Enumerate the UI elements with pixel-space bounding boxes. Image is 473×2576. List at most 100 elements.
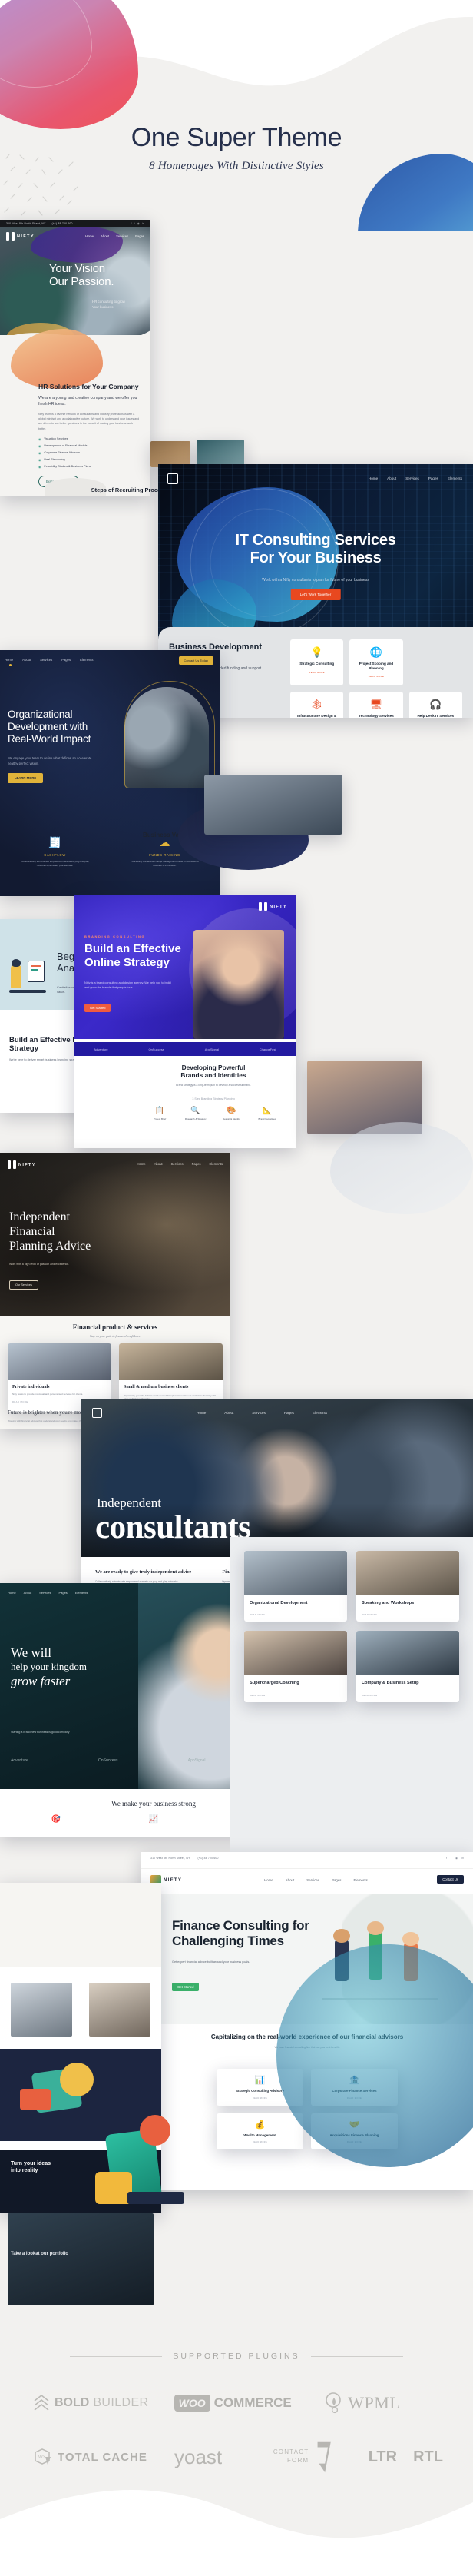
main-nav[interactable]: Home About Services Pages bbox=[85, 234, 144, 238]
main-nav[interactable]: Home About Services Pages Elements bbox=[197, 1411, 327, 1415]
linkedin-icon[interactable]: in bbox=[461, 1857, 464, 1860]
plugin-ltr-rtl[interactable]: LTR RTL bbox=[336, 2445, 443, 2468]
coaching-card[interactable]: Speaking and Workshops READ MORE bbox=[356, 1551, 459, 1622]
read-more-link[interactable]: READ MORE bbox=[316, 2141, 393, 2143]
site-logo[interactable]: NIFTY bbox=[6, 232, 35, 241]
get-started-button[interactable]: Get Started bbox=[84, 1004, 111, 1012]
plugin-bold-builder[interactable]: BOLD BUILDER bbox=[32, 2393, 174, 2413]
get-started-button[interactable]: Get Started bbox=[172, 1983, 200, 1991]
nav-item-elements[interactable]: Elements bbox=[80, 658, 93, 662]
nav-item-home[interactable]: Home bbox=[197, 1411, 206, 1415]
twitter-icon[interactable]: t bbox=[134, 222, 135, 225]
coaching-card[interactable]: Company & Business Setup READ MORE bbox=[356, 1631, 459, 1702]
nav-item-home[interactable]: Home bbox=[5, 658, 13, 662]
nav-item-services[interactable]: Services bbox=[405, 476, 419, 480]
nav-item-elements[interactable]: Elements bbox=[75, 1591, 88, 1595]
dark-photo-block[interactable] bbox=[8, 2213, 154, 2305]
nav-item-pages[interactable]: Pages bbox=[61, 658, 71, 662]
homepage-hr-consulting[interactable]: 310 West 8th North Street, NY (+1) 88 70… bbox=[0, 220, 150, 496]
nav-item-home[interactable]: Home bbox=[369, 476, 378, 480]
read-more-link[interactable]: READ MORE bbox=[354, 675, 398, 678]
consultant-card[interactable]: We are ready to give truly independent a… bbox=[95, 1569, 205, 1585]
nav-item-services[interactable]: Services bbox=[116, 234, 128, 238]
read-more-link[interactable]: READ MORE bbox=[362, 1694, 454, 1697]
nav-item-services[interactable]: Services bbox=[252, 1411, 266, 1415]
read-more-link[interactable]: READ MORE bbox=[362, 1613, 454, 1616]
nav-item-pages[interactable]: Pages bbox=[58, 1591, 67, 1595]
coaching-card[interactable]: Organizational Development READ MORE bbox=[244, 1551, 347, 1622]
contact-us-button[interactable]: Contact Us Today bbox=[178, 656, 213, 665]
service-card[interactable]: 🌐 Project Scoping and Planning READ MORE bbox=[349, 639, 403, 686]
site-logo[interactable] bbox=[167, 473, 178, 484]
main-nav[interactable]: Home About Services Pages Elements bbox=[137, 1162, 223, 1166]
facebook-icon[interactable]: f bbox=[446, 1857, 447, 1860]
nav-item-about[interactable]: About bbox=[286, 1878, 294, 1882]
nav-item-pages[interactable]: Pages bbox=[135, 234, 144, 238]
nav-item-about[interactable]: About bbox=[387, 476, 396, 480]
plugin-w3-total-cache[interactable]: W3 TOTAL CACHE bbox=[32, 2446, 174, 2468]
nav-item-services[interactable]: Services bbox=[40, 658, 52, 662]
site-logo[interactable]: NIFTY bbox=[259, 902, 287, 911]
service-card[interactable]: 🖥 Technology Services READ MORE bbox=[349, 692, 403, 718]
nav-item-about[interactable]: About bbox=[224, 1411, 233, 1415]
nav-item-services[interactable]: Services bbox=[171, 1162, 184, 1166]
main-nav[interactable]: Home About Services Pages Elements bbox=[5, 658, 94, 662]
nav-item-services[interactable]: Services bbox=[39, 1591, 51, 1595]
contact-us-button[interactable]: Contact Us bbox=[437, 1875, 464, 1884]
main-nav[interactable]: Home About Services Pages Elements bbox=[264, 1878, 368, 1882]
read-more-link[interactable]: READ MORE bbox=[316, 2097, 393, 2100]
site-logo[interactable]: NIFTY bbox=[8, 1160, 36, 1169]
thumbnail-image[interactable] bbox=[150, 441, 190, 467]
finance-card[interactable]: 💰 Wealth Management READ MORE bbox=[217, 2113, 303, 2150]
service-card[interactable]: 💡 Strategic Consulting READ MORE bbox=[290, 639, 344, 686]
read-more-link[interactable]: READ MORE bbox=[295, 671, 339, 674]
team-photo[interactable] bbox=[204, 775, 342, 835]
homepage-organizational-development[interactable]: Home About Services Pages Elements Conta… bbox=[0, 650, 220, 896]
social-icons[interactable]: f t ◉ in bbox=[131, 222, 144, 225]
twitter-icon[interactable]: t bbox=[451, 1857, 452, 1860]
plugin-wpml[interactable]: WPML bbox=[324, 2392, 447, 2415]
plugin-yoast[interactable]: yoast bbox=[174, 2445, 251, 2469]
coaching-card[interactable]: Supercharged Coaching READ MORE bbox=[244, 1631, 347, 1702]
plugin-woocommerce[interactable]: WOO COMMERCE bbox=[174, 2395, 325, 2412]
linkedin-icon[interactable]: in bbox=[142, 222, 144, 225]
nav-item-elements[interactable]: Elements bbox=[210, 1162, 223, 1166]
nav-item-pages[interactable]: Pages bbox=[332, 1878, 341, 1882]
nav-item-home[interactable]: Home bbox=[137, 1162, 145, 1166]
read-more-link[interactable]: READ MORE bbox=[221, 2141, 299, 2143]
nav-item-home[interactable]: Home bbox=[264, 1878, 273, 1882]
nav-item-pages[interactable]: Pages bbox=[284, 1411, 294, 1415]
nav-item-about[interactable]: About bbox=[22, 658, 31, 662]
finance-card[interactable]: 📊 Strategic Consulting Advisory READ MOR… bbox=[217, 2069, 303, 2106]
instagram-icon[interactable]: ◉ bbox=[455, 1857, 458, 1860]
site-logo[interactable] bbox=[92, 1408, 102, 1418]
main-nav[interactable]: Home About Services Pages Elements bbox=[369, 476, 462, 480]
nav-item-pages[interactable]: Pages bbox=[192, 1162, 201, 1166]
nav-item-home[interactable]: Home bbox=[85, 234, 94, 238]
homepage-branding-agency[interactable]: NIFTY BRANDING CONSULTING Build an Effec… bbox=[74, 895, 296, 1148]
nav-item-pages[interactable]: Pages bbox=[428, 476, 438, 480]
learn-more-button[interactable]: LEARN MORE bbox=[8, 773, 44, 783]
nav-item-home[interactable]: Home bbox=[8, 1591, 16, 1595]
service-card[interactable]: 🎧 Help Desk IT Services READ MORE bbox=[408, 692, 462, 718]
service-card[interactable]: 🕸 Infrastructure Design & Planning READ … bbox=[290, 692, 344, 718]
finance-card[interactable]: 🏦 Corporate Finance Services READ MORE bbox=[311, 2069, 398, 2106]
homepage-financial-planning[interactable]: NIFTY Home About Services Pages Elements… bbox=[0, 1153, 230, 1429]
lets-work-together-button[interactable]: Let's Work Together bbox=[290, 589, 341, 600]
nav-item-about[interactable]: About bbox=[101, 234, 109, 238]
thumbnail-image[interactable] bbox=[89, 1983, 150, 2037]
nav-item-elements[interactable]: Elements bbox=[448, 476, 462, 480]
social-icons[interactable]: f t ◉ in bbox=[446, 1857, 464, 1860]
read-more-link[interactable]: READ MORE bbox=[250, 1694, 342, 1697]
finance-card[interactable]: 🤝 Acquisitions Finance Planning READ MOR… bbox=[311, 2113, 398, 2150]
our-services-button[interactable]: Our Services bbox=[9, 1280, 38, 1290]
main-nav[interactable]: Home About Services Pages Elements bbox=[8, 1591, 88, 1595]
nav-item-elements[interactable]: Elements bbox=[313, 1411, 327, 1415]
thumbnail-image[interactable] bbox=[197, 440, 244, 467]
nav-item-elements[interactable]: Elements bbox=[354, 1878, 368, 1882]
read-more-link[interactable]: READ MORE bbox=[221, 2097, 299, 2100]
plugin-contact-form-7[interactable]: CONTACT FORM bbox=[251, 2439, 336, 2475]
nav-item-about[interactable]: About bbox=[154, 1162, 163, 1166]
nav-item-about[interactable]: About bbox=[24, 1591, 31, 1595]
read-more-link[interactable]: READ MORE bbox=[250, 1613, 342, 1616]
